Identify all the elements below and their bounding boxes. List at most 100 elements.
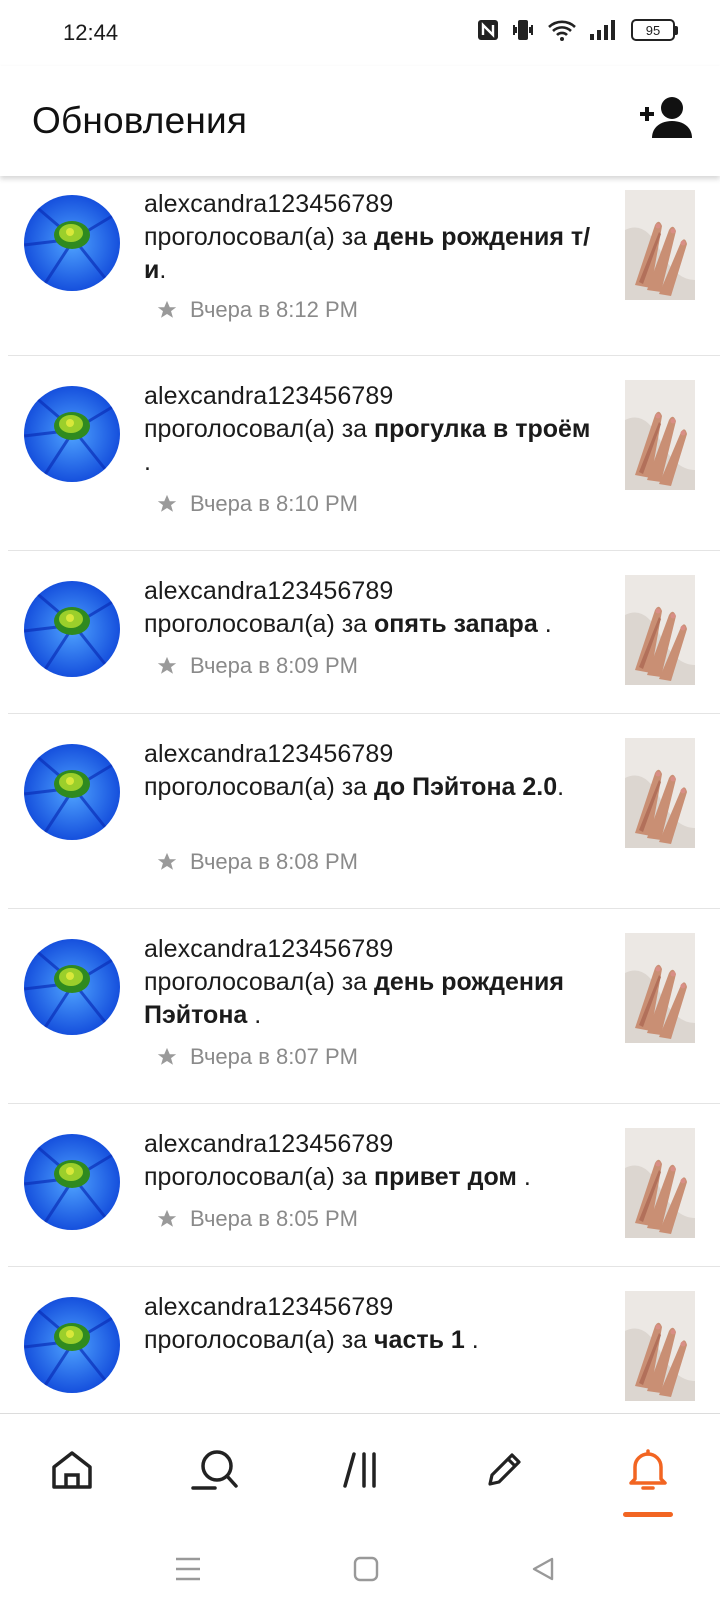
home-icon — [52, 1451, 92, 1489]
nav-library-button[interactable] — [334, 1442, 390, 1498]
nav-home-button[interactable] — [44, 1442, 100, 1498]
feed-time-row: Вчера в 8:05 PM — [156, 1206, 358, 1232]
feed-story-title[interactable]: опять запара — [374, 610, 545, 638]
wifi-icon — [547, 18, 577, 42]
back-icon — [532, 1557, 554, 1581]
story-cover-thumbnail[interactable] — [625, 1128, 695, 1238]
avatar[interactable] — [24, 386, 120, 482]
star-icon — [157, 656, 177, 674]
feed-time-row: Вчера в 8:10 PM — [156, 491, 358, 517]
feed-action: проголосовал(а) за — [144, 1326, 375, 1354]
feed-time-row: Вчера в 8:09 PM — [156, 653, 358, 679]
feed-username[interactable]: alexcandra123456789 — [144, 1291, 604, 1324]
feed-item-text: alexcandra123456789 проголосовал(а) за д… — [144, 188, 604, 287]
system-navigation-bar — [0, 1525, 720, 1612]
app-header: Обновления — [0, 66, 720, 176]
feed-time-row: Вчера в 8:12 PM — [156, 297, 358, 323]
feed-time-row: Вчера в 8:07 PM — [156, 1044, 358, 1070]
avatar[interactable] — [24, 939, 120, 1035]
home-square-icon — [353, 1556, 379, 1582]
star-icon — [157, 300, 177, 318]
feed-story-title[interactable]: прогулка в троём — [374, 415, 590, 443]
avatar[interactable] — [24, 581, 120, 677]
story-cover-thumbnail[interactable] — [625, 933, 695, 1043]
status-bar: 12:44 95 — [0, 0, 720, 66]
star-icon — [157, 494, 177, 512]
feed-timestamp: Вчера в 8:12 PM — [190, 297, 358, 322]
feed-username[interactable]: alexcandra123456789 — [144, 575, 604, 608]
feed-item[interactable]: alexcandra123456789 проголосовал(а) за д… — [0, 714, 720, 909]
feed-item-text: alexcandra123456789 проголосовал(а) за о… — [144, 575, 604, 641]
nfc-icon — [477, 19, 499, 41]
feed-suffix: . — [144, 448, 151, 476]
feed-timestamp: Вчера в 8:07 PM — [190, 1044, 358, 1069]
feed-action: проголосовал(а) за — [144, 968, 375, 996]
feed-username[interactable]: alexcandra123456789 — [144, 380, 604, 413]
star-icon — [157, 1047, 177, 1065]
system-menu-button[interactable] — [168, 1549, 208, 1589]
nav-notifications-button[interactable] — [620, 1442, 676, 1498]
feed-story-title[interactable]: часть 1 — [374, 1326, 472, 1354]
feed-action: проголосовал(а) за — [144, 773, 375, 801]
feed-item[interactable]: alexcandra123456789 проголосовал(а) за о… — [0, 551, 720, 714]
feed-story-title[interactable]: привет дом — [374, 1163, 524, 1191]
feed-suffix: . — [471, 1326, 479, 1354]
story-cover-thumbnail[interactable] — [625, 380, 695, 490]
feed-timestamp: Вчера в 8:05 PM — [190, 1206, 358, 1231]
feed-item[interactable]: alexcandra123456789 проголосовал(а) за п… — [0, 356, 720, 551]
feed-action: проголосовал(а) за — [144, 223, 375, 251]
feed-story-title[interactable]: до Пэйтона 2.0 — [374, 773, 557, 801]
star-icon — [157, 1209, 177, 1227]
feed-username[interactable]: alexcandra123456789 — [144, 188, 604, 221]
library-icon — [343, 1452, 376, 1488]
avatar[interactable] — [24, 1297, 120, 1393]
avatar[interactable] — [24, 1134, 120, 1230]
story-cover-thumbnail[interactable] — [625, 575, 695, 685]
feed-item-text: alexcandra123456789 проголосовал(а) за п… — [144, 1128, 604, 1194]
feed-item[interactable]: alexcandra123456789 проголосовал(а) за п… — [0, 1104, 720, 1267]
feed-username[interactable]: alexcandra123456789 — [144, 1128, 604, 1161]
feed-timestamp: Вчера в 8:10 PM — [190, 491, 358, 516]
battery-icon: 95 — [631, 19, 678, 41]
feed-username[interactable]: alexcandra123456789 — [144, 738, 604, 771]
avatar[interactable] — [24, 195, 120, 291]
nav-write-button[interactable] — [476, 1442, 532, 1498]
feed-username[interactable]: alexcandra123456789 — [144, 933, 604, 966]
active-tab-indicator — [623, 1512, 673, 1517]
feed-item[interactable]: alexcandra123456789 проголосовал(а) за д… — [0, 909, 720, 1104]
story-cover-thumbnail[interactable] — [625, 190, 695, 300]
feed-item-text: alexcandra123456789 проголосовал(а) за д… — [144, 933, 604, 1032]
feed-suffix: . — [544, 610, 552, 638]
write-icon — [488, 1453, 521, 1486]
feed-suffix: . — [557, 773, 565, 801]
page-title: Обновления — [32, 100, 248, 141]
add-user-button[interactable] — [638, 94, 698, 144]
story-cover-thumbnail[interactable] — [625, 738, 695, 848]
system-home-button[interactable] — [346, 1549, 386, 1589]
feed-item[interactable]: alexcandra123456789 проголосовал(а) за ч… — [0, 1267, 720, 1413]
feed-time-row: Вчера в 8:08 PM — [156, 849, 358, 875]
story-cover-thumbnail[interactable] — [625, 1291, 695, 1401]
system-back-button[interactable] — [523, 1549, 563, 1589]
feed-action: проголосовал(а) за — [144, 1163, 375, 1191]
avatar[interactable] — [24, 744, 120, 840]
star-icon — [157, 852, 177, 870]
feed-item[interactable]: alexcandra123456789 проголосовал(а) за д… — [0, 176, 720, 356]
feed-timestamp: Вчера в 8:09 PM — [190, 653, 358, 678]
notifications-icon — [629, 1449, 667, 1490]
feed-suffix: . — [254, 1001, 262, 1029]
battery-level: 95 — [631, 19, 675, 41]
search-icon — [191, 1450, 238, 1490]
status-icons: 95 — [477, 18, 678, 42]
feed-item-text: alexcandra123456789 проголосовал(а) за п… — [144, 380, 604, 479]
nav-search-button[interactable] — [187, 1442, 243, 1498]
feed-suffix: . — [523, 1163, 531, 1191]
feed-action: проголосовал(а) за — [144, 415, 375, 443]
vibrate-icon — [511, 18, 535, 42]
feed-suffix: . — [159, 256, 167, 284]
status-time: 12:44 — [63, 20, 119, 45]
feed-action: проголосовал(а) за — [144, 610, 375, 638]
bottom-navigation — [0, 1413, 720, 1525]
updates-feed: alexcandra123456789 проголосовал(а) за д… — [0, 176, 720, 1413]
feed-item-text: alexcandra123456789 проголосовал(а) за ч… — [144, 1291, 604, 1357]
